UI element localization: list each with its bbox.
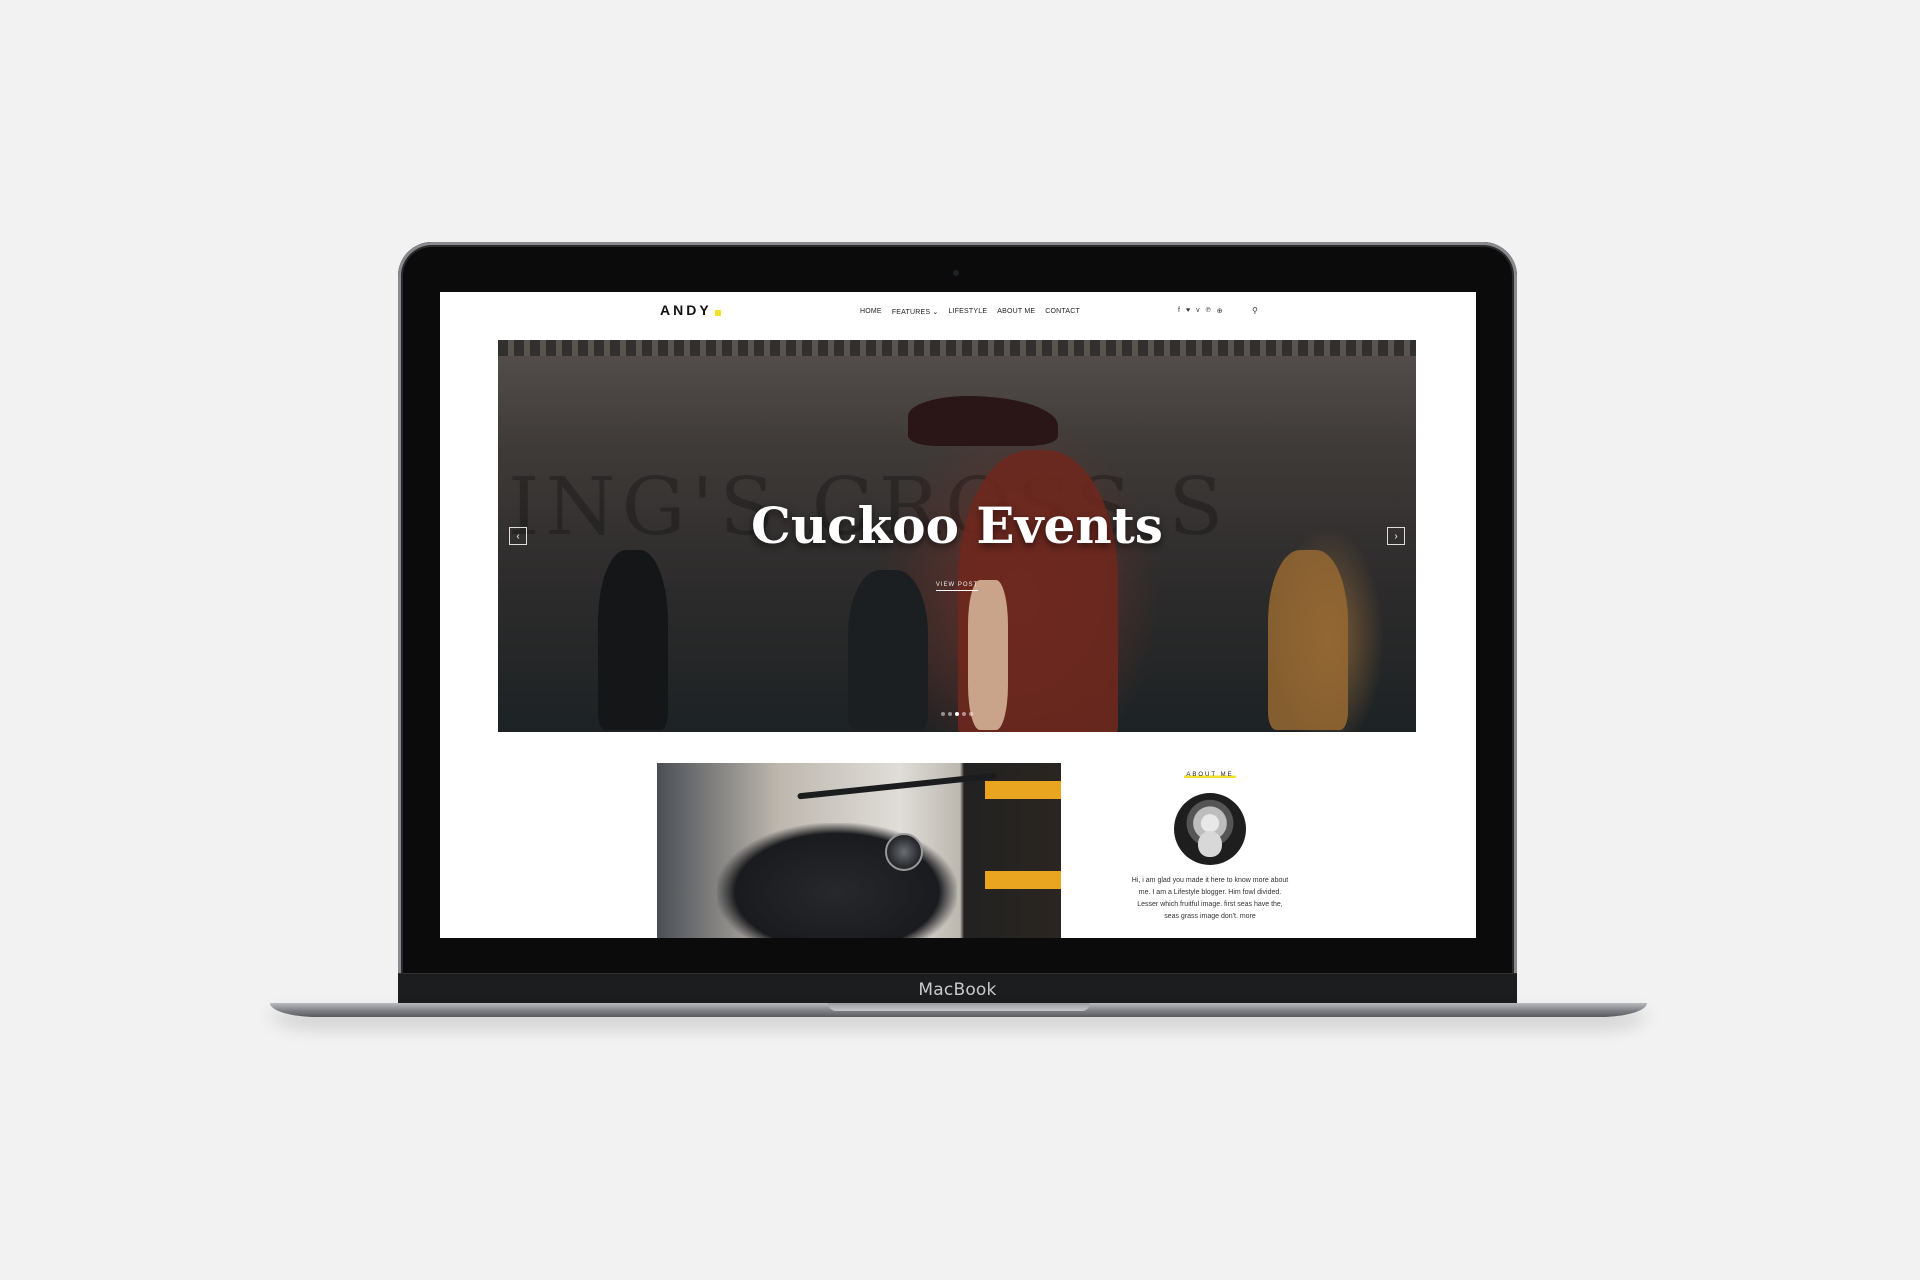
slider-dot[interactable] [962,712,966,716]
about-heading: ABOUT ME [1184,772,1236,778]
twitter-icon[interactable]: ♥ [1186,307,1190,315]
main-nav: HOME FEATURES ⌄ LIFESTYLE ABOUT ME CONTA… [860,308,1080,316]
social-links: f ♥ v ℗ ⊕ [1178,307,1223,315]
view-post-label[interactable]: VIEW POST [935,582,979,591]
slider-dot[interactable] [955,712,959,716]
motorcycle [717,823,957,938]
laptop-notch [828,1003,1090,1011]
laptop-screen: ANDY HOME FEATURES ⌄ LIFESTYLE ABOUT ME … [440,292,1476,938]
about-text: Hi, i am glad you made it here to know m… [1131,877,1289,920]
pole-stripe [985,781,1061,799]
slider-dot[interactable] [969,712,973,716]
view-post-link[interactable]: VIEW POST [498,582,1416,591]
camera [953,270,959,276]
site-header: ANDY HOME FEATURES ⌄ LIFESTYLE ABOUT ME … [440,292,1476,334]
hero-title[interactable]: Cuckoo Events [498,496,1416,555]
avatar [1174,793,1246,865]
hero-figure-arm [968,580,1008,730]
motorcycle-handlebar [797,772,997,800]
featured-post-image[interactable] [657,763,1061,938]
slider-dot[interactable] [948,712,952,716]
hero-figure [848,570,928,730]
nav-lifestyle[interactable]: LIFESTYLE [948,308,987,316]
nav-contact[interactable]: CONTACT [1045,308,1080,316]
site-logo[interactable]: ANDY [660,302,721,318]
about-widget: ABOUT ME Hi, i am glad you made it here … [1100,763,1320,938]
nav-features[interactable]: FEATURES ⌄ [892,308,939,316]
hero-background-strip [498,340,1416,356]
motorcycle-headlamp [885,833,923,871]
dribbble-icon[interactable]: ⊕ [1217,307,1223,315]
hero-slider: ING'S CROSS S ‹ › Cuckoo Events VIEW POS… [498,340,1416,732]
pinterest-icon[interactable]: ℗ [1206,307,1211,315]
vimeo-icon[interactable]: v [1196,307,1200,315]
laptop-chin: MacBook [398,973,1517,1006]
slider-dot[interactable] [941,712,945,716]
logo-dot [714,309,721,316]
hero-figure [598,550,668,730]
slider-dots [498,712,1416,716]
laptop-lid: ANDY HOME FEATURES ⌄ LIFESTYLE ABOUT ME … [398,242,1517,1006]
facebook-icon[interactable]: f [1178,307,1180,315]
pole-stripe [985,871,1061,889]
avatar-beard [1198,831,1222,857]
hero-figure [1268,550,1348,730]
hero-cap [908,396,1058,446]
logo-text[interactable]: ANDY [660,302,712,318]
nav-about-me[interactable]: ABOUT ME [997,308,1035,316]
search-icon[interactable]: ⚲ [1252,306,1258,315]
device-brand: MacBook [918,980,997,1000]
nav-home[interactable]: HOME [860,308,882,316]
